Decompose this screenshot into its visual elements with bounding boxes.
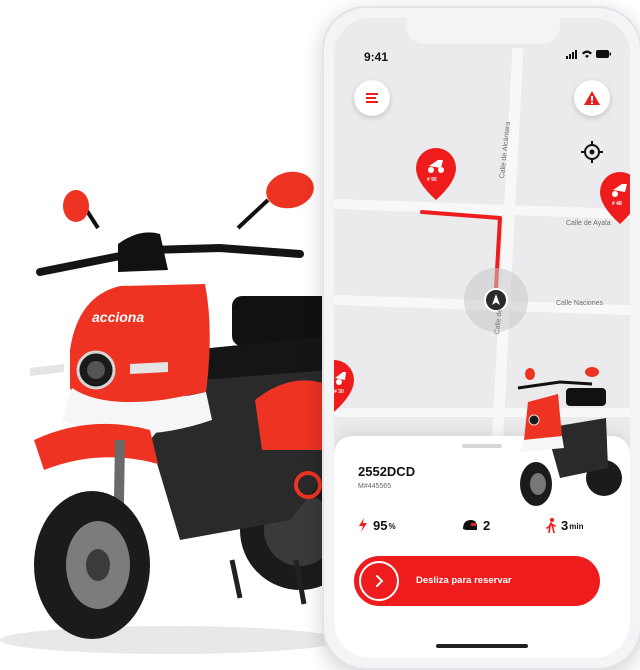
locate-me-button[interactable] bbox=[574, 134, 610, 170]
helmet-icon bbox=[463, 519, 477, 530]
menu-button[interactable] bbox=[354, 80, 390, 116]
right-indicator bbox=[130, 362, 168, 374]
front-shield bbox=[70, 284, 210, 409]
right-mirror bbox=[266, 171, 314, 209]
helmets-stat: 2 bbox=[462, 514, 490, 536]
home-indicator bbox=[436, 644, 528, 648]
battery-stat: 95% bbox=[358, 514, 396, 536]
menu-icon bbox=[366, 93, 378, 103]
battery-value: 95 bbox=[373, 517, 388, 533]
street-label: Calle Naciones bbox=[556, 300, 604, 307]
walk-icon bbox=[546, 517, 556, 533]
walk-time-value: 3 bbox=[561, 517, 569, 533]
walk-time-unit: min bbox=[569, 522, 584, 531]
locate-icon bbox=[581, 141, 603, 163]
report-alert-button[interactable] bbox=[574, 80, 610, 116]
helmets-count: 2 bbox=[483, 517, 491, 533]
phone-mockup: 9:41 # 95 # 48 # 30 Calle de Alcántara C… bbox=[322, 6, 640, 670]
pin-battery-label: # 48 bbox=[612, 201, 622, 207]
vehicle-plate: 2552DCD bbox=[358, 464, 416, 479]
sheet-handle[interactable] bbox=[462, 444, 502, 448]
handlebar bbox=[36, 243, 304, 276]
phone-notch bbox=[406, 18, 560, 44]
app-screen: 9:41 # 95 # 48 # 30 Calle de Alcántara C… bbox=[334, 18, 630, 658]
ground-shadow bbox=[0, 626, 340, 654]
battery-unit: % bbox=[388, 522, 396, 531]
front-wheel bbox=[34, 491, 150, 639]
chevron-right-icon bbox=[376, 575, 384, 587]
vehicle-id: M#445565 bbox=[358, 483, 392, 490]
alert-icon bbox=[584, 91, 600, 105]
battery-icon bbox=[596, 50, 611, 58]
dashboard bbox=[118, 232, 168, 272]
pin-battery-label: # 95 bbox=[427, 177, 437, 183]
vehicle-image bbox=[517, 367, 622, 506]
pin-battery-label: # 30 bbox=[334, 389, 344, 395]
status-time: 9:41 bbox=[364, 50, 389, 64]
left-indicator bbox=[30, 364, 64, 376]
signal-icon bbox=[566, 50, 577, 59]
left-mirror bbox=[63, 190, 89, 222]
wifi-icon bbox=[582, 50, 592, 58]
front-fender bbox=[34, 423, 158, 470]
street-label: Calle de Ayala bbox=[566, 220, 611, 227]
status-icons bbox=[566, 50, 611, 59]
swipe-label: Desliza para reservar bbox=[416, 575, 512, 586]
swipe-knob[interactable] bbox=[359, 561, 399, 601]
swipe-to-reserve-slider[interactable]: Desliza para reservar bbox=[354, 556, 600, 606]
brand-logo: acciona bbox=[92, 309, 144, 325]
lightning-icon bbox=[359, 518, 367, 532]
